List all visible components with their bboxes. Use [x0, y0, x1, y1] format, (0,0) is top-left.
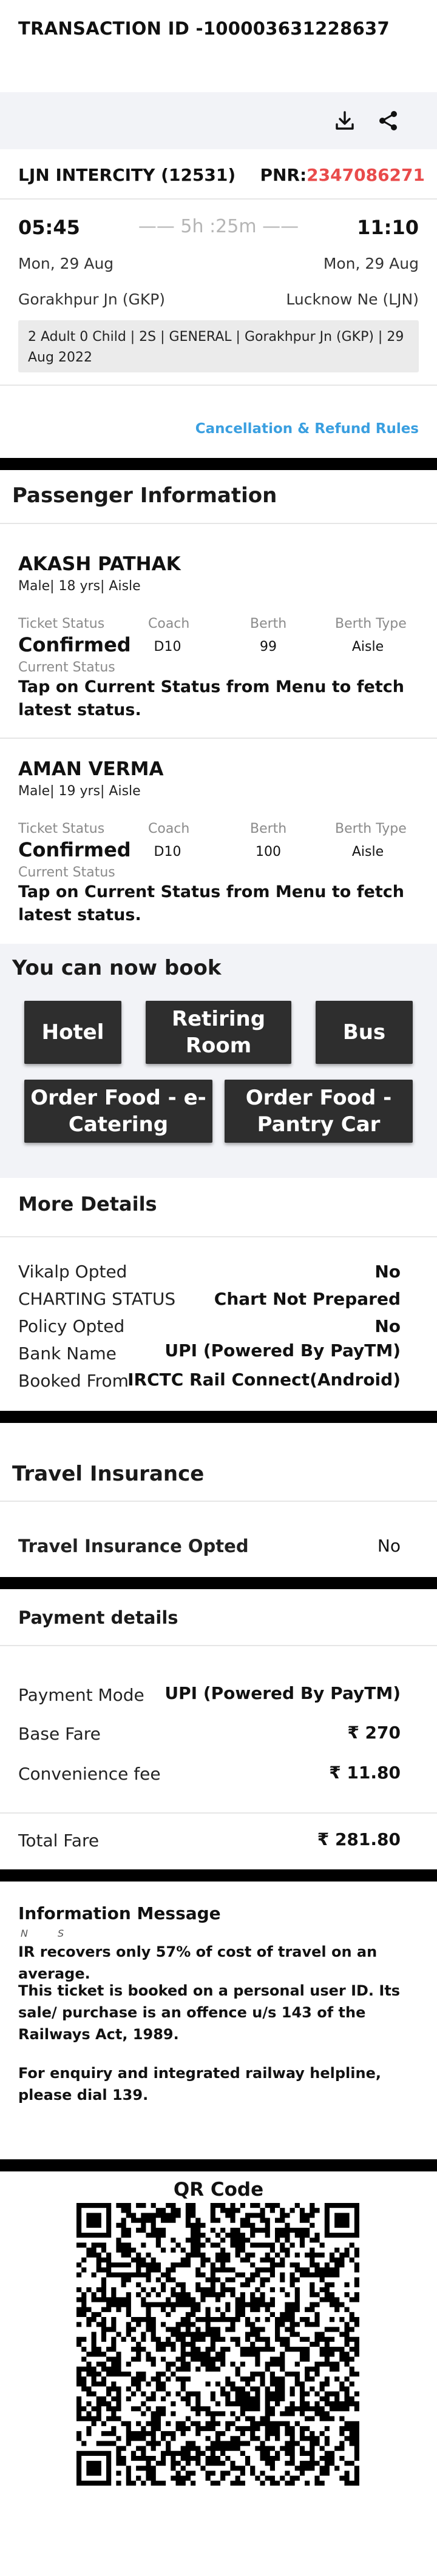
passenger-info-heading: Passenger Information	[12, 483, 277, 508]
bus-button[interactable]: Bus	[316, 1001, 413, 1064]
to-station: Lucknow Ne (LJN)	[286, 291, 419, 308]
payment-mode-value: UPI (Powered By PayTM)	[164, 1683, 401, 1703]
current-status-message: Tap on Current Status from Menu to fetch…	[18, 883, 404, 924]
qr-finder-pattern	[76, 2203, 112, 2238]
download-icon[interactable]	[329, 105, 361, 136]
ecatering-button[interactable]: Order Food - e-Catering	[24, 1080, 212, 1143]
divider	[0, 738, 437, 739]
divider	[0, 523, 437, 524]
section-divider	[0, 458, 437, 470]
payment-heading: Payment details	[18, 1607, 178, 1628]
insurance-label: Travel Insurance Opted	[18, 1536, 249, 1556]
divider	[0, 198, 437, 200]
arrive-date: Mon, 29 Aug	[323, 255, 419, 272]
vikalp-value: No	[374, 1262, 401, 1282]
coach-value: D10	[154, 844, 181, 859]
arrive-time: 11:10	[357, 216, 419, 239]
current-status-label: Current Status	[18, 865, 115, 880]
ticket-status: Confirmed	[18, 633, 131, 656]
payment-mode-label: Payment Mode	[18, 1685, 144, 1705]
current-status-message: Tap on Current Status from Menu to fetch…	[18, 678, 404, 719]
total-fare-label: Total Fare	[18, 1831, 100, 1851]
journey-summary: 2 Adult 0 Child | 2S | GENERAL | Gorakhp…	[18, 320, 419, 372]
booked-from-label: Booked From	[18, 1371, 129, 1391]
coach-value: D10	[154, 639, 181, 654]
more-details-heading: More Details	[18, 1192, 157, 1216]
transaction-title: TRANSACTION ID -100003631228637	[18, 18, 390, 39]
divider	[0, 1645, 437, 1646]
pnr: PNR:2347086271	[260, 165, 425, 185]
info-heading: Information Message	[18, 1903, 221, 1923]
passenger-meta: Male| 18 yrs| Aisle	[18, 579, 141, 594]
base-fare-label: Base Fare	[18, 1724, 101, 1744]
qr-modules	[76, 2203, 359, 2486]
booked-from-value: IRCTC Rail Connect(Android)	[127, 1370, 401, 1390]
info-message-1: IR recovers only 57% of cost of travel o…	[18, 1943, 378, 1982]
policy-value: No	[374, 1316, 401, 1336]
berth-type-value: Aisle	[351, 639, 384, 654]
section-divider	[0, 1869, 437, 1882]
berth-type-label: Berth Type	[335, 821, 407, 836]
hotel-button[interactable]: Hotel	[24, 1001, 121, 1064]
action-bar	[0, 92, 437, 149]
info-message-2: This ticket is booked on a personal user…	[18, 1982, 401, 2043]
passenger-name: AKASH PATHAK	[18, 553, 181, 575]
pantry-car-button[interactable]: Order Food - Pantry Car	[225, 1080, 413, 1143]
section-divider	[0, 1411, 437, 1423]
base-fare-value: ₹ 270	[347, 1723, 401, 1743]
convenience-fee-label: Convenience fee	[18, 1764, 161, 1784]
coach-label: Coach	[148, 821, 190, 836]
divider	[0, 1501, 437, 1502]
qr-finder-pattern	[76, 2450, 112, 2486]
charting-label: CHARTING STATUS	[18, 1289, 176, 1309]
berth-label: Berth	[250, 616, 287, 631]
cancellation-refund-link[interactable]: Cancellation & Refund Rules	[195, 421, 419, 437]
passenger-meta: Male| 19 yrs| Aisle	[18, 784, 141, 799]
insurance-heading: Travel Insurance	[12, 1462, 205, 1486]
pnr-label: PNR:	[260, 165, 307, 185]
ticket-status-label: Ticket Status	[18, 821, 105, 836]
current-status-label: Current Status	[18, 660, 115, 675]
train-info-row: LJN INTERCITY (12531) PNR:2347086271	[0, 159, 437, 193]
berth-type-value: Aisle	[351, 844, 384, 859]
vikalp-label: Vikalp Opted	[18, 1262, 127, 1282]
booking-suggestions-panel: You can now book Hotel Retiring Room Bus…	[0, 944, 437, 1178]
divider	[0, 1812, 437, 1814]
book-heading: You can now book	[12, 956, 222, 980]
berth-value: 99	[260, 639, 277, 654]
bank-value: UPI (Powered By PayTM)	[164, 1340, 401, 1360]
section-divider	[0, 2159, 437, 2171]
ticket-status: Confirmed	[18, 838, 131, 861]
pnr-number: 2347086271	[307, 165, 425, 185]
ticket-status-label: Ticket Status	[18, 616, 105, 631]
section-divider	[0, 1577, 437, 1589]
info-tiny-text: N S	[21, 1928, 78, 1939]
total-fare-value: ₹ 281.80	[317, 1829, 401, 1849]
charting-value: Chart Not Prepared	[214, 1289, 401, 1309]
convenience-fee-value: ₹ 11.80	[329, 1763, 401, 1783]
retiring-room-button[interactable]: Retiring Room	[146, 1001, 291, 1064]
bank-label: Bank Name	[18, 1343, 117, 1364]
policy-label: Policy Opted	[18, 1316, 125, 1336]
coach-label: Coach	[148, 616, 190, 631]
berth-label: Berth	[250, 821, 287, 836]
qr-finder-pattern	[324, 2203, 359, 2238]
passenger-name: AMAN VERMA	[18, 758, 164, 780]
share-icon[interactable]	[373, 105, 404, 136]
qr-title: QR Code	[173, 2179, 264, 2201]
berth-type-label: Berth Type	[335, 616, 407, 631]
train-name: LJN INTERCITY (12531)	[18, 165, 236, 185]
from-station: Gorakhpur Jn (GKP)	[18, 291, 166, 308]
berth-value: 100	[256, 844, 281, 859]
insurance-value: No	[377, 1536, 401, 1556]
divider	[0, 1236, 437, 1237]
qr-code	[76, 2203, 359, 2486]
info-message-3: For enquiry and integrated railway helpl…	[18, 2065, 381, 2104]
depart-date: Mon, 29 Aug	[18, 255, 114, 272]
divider	[0, 385, 437, 386]
